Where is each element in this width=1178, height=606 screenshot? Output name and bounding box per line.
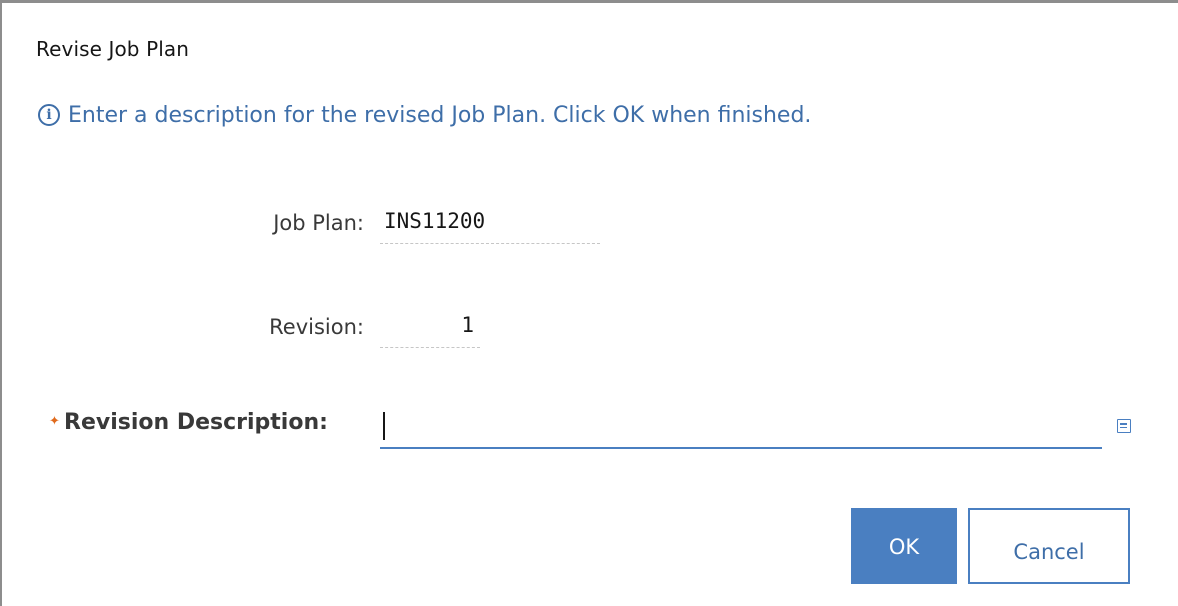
cancel-button[interactable]: Cancel <box>968 508 1130 584</box>
info-icon: i <box>38 104 60 126</box>
revision-label: Revision: <box>269 315 364 339</box>
revision-description-input[interactable] <box>380 405 1102 449</box>
info-message-text: Enter a description for the revised Job … <box>68 102 812 128</box>
revision-description-label: Revision Description: <box>64 410 328 435</box>
revise-job-plan-dialog: Revise Job Plan i Enter a description fo… <box>0 0 1178 606</box>
job-plan-label: Job Plan: <box>273 211 364 235</box>
text-cursor <box>383 412 385 440</box>
revision-value: 1 <box>380 313 480 348</box>
job-plan-value: INS11200 <box>380 209 600 244</box>
required-marker-icon: ✦ <box>49 414 60 429</box>
info-message: i Enter a description for the revised Jo… <box>38 100 811 130</box>
dialog-title: Revise Job Plan <box>36 37 190 61</box>
ok-button[interactable]: OK <box>851 508 957 584</box>
long-description-icon[interactable] <box>1117 419 1131 433</box>
